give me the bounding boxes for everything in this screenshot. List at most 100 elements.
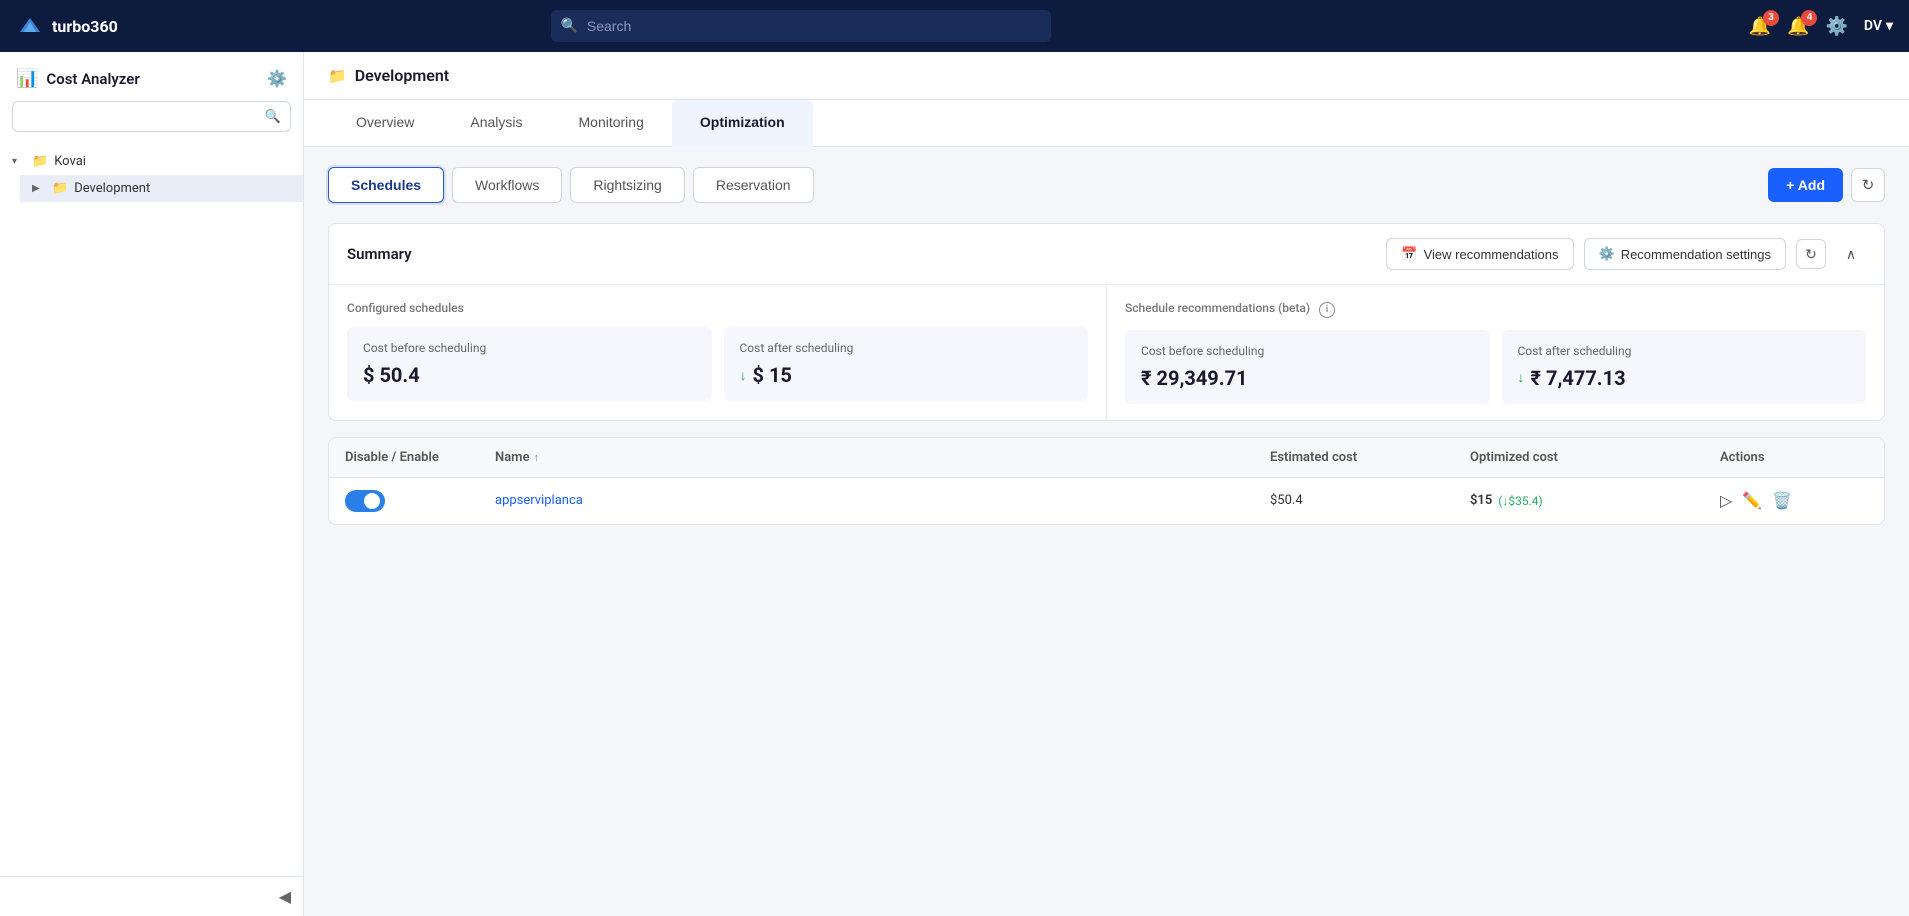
sidebar: 📊 Cost Analyzer ⚙️ 🔍 ▾ 📁 Kovai ▶ 📁 Dev bbox=[0, 52, 304, 916]
configured-schedules-title: Configured schedules bbox=[347, 301, 1088, 315]
summary-title: Summary bbox=[347, 245, 412, 263]
alert-badge: 4 bbox=[1801, 10, 1817, 26]
subtab-schedules[interactable]: Schedules bbox=[328, 167, 444, 203]
calendar-icon: 📅 bbox=[1401, 246, 1417, 262]
schedules-table: Disable / Enable Name ↑ Estimated cost O… bbox=[328, 437, 1885, 525]
settings-icon: ⚙️ bbox=[1599, 246, 1615, 262]
summary-collapse-button[interactable]: ∧ bbox=[1836, 239, 1866, 269]
tab-optimization[interactable]: Optimization bbox=[672, 100, 813, 147]
folder-icon: 📁 bbox=[32, 154, 48, 169]
page-header: 📁 Development bbox=[304, 52, 1909, 100]
tab-overview[interactable]: Overview bbox=[328, 100, 442, 147]
configured-cost-cards: Cost before scheduling $ 50.4 Cost after… bbox=[347, 327, 1088, 401]
configured-cost-after-value: ↓ $ 15 bbox=[740, 363, 1073, 387]
summary-header: Summary 📅 View recommendations ⚙️ Recomm… bbox=[329, 224, 1884, 285]
tab-analysis[interactable]: Analysis bbox=[442, 100, 550, 147]
chevron-down-icon: ▾ bbox=[12, 156, 26, 167]
schedule-recommendations-title: Schedule recommendations (beta) i bbox=[1125, 301, 1866, 318]
configured-cost-before-value: $ 50.4 bbox=[363, 363, 696, 387]
recommended-cost-cards: Cost before scheduling ₹ 29,349.71 Cost … bbox=[1125, 330, 1866, 404]
cost-before-label: Cost before scheduling bbox=[363, 341, 696, 355]
th-estimated-cost: Estimated cost bbox=[1254, 438, 1454, 477]
subtab-reservation[interactable]: Reservation bbox=[693, 167, 814, 203]
refresh-button[interactable]: ↻ bbox=[1851, 168, 1885, 202]
rec-cost-before-label: Cost before scheduling bbox=[1141, 344, 1474, 358]
chevron-right-icon: ▶ bbox=[32, 183, 46, 194]
down-arrow-icon: ↓ bbox=[1518, 369, 1525, 386]
inner-content: Schedules Workflows Rightsizing Reservat… bbox=[304, 147, 1909, 545]
folder-icon: 📁 bbox=[52, 181, 68, 196]
topnav-actions: 🔔 3 🔔 4 ⚙️ DV ▾ bbox=[1749, 16, 1893, 37]
search-input[interactable] bbox=[551, 10, 1051, 42]
sidebar-collapse-button[interactable]: ◀ bbox=[0, 876, 303, 916]
configured-cost-after-card: Cost after scheduling ↓ $ 15 bbox=[724, 327, 1089, 401]
configured-cost-before-card: Cost before scheduling $ 50.4 bbox=[347, 327, 712, 401]
subtabs-row: Schedules Workflows Rightsizing Reservat… bbox=[328, 167, 1885, 203]
th-optimized-cost: Optimized cost bbox=[1454, 438, 1704, 477]
user-initials: DV bbox=[1864, 18, 1882, 34]
sidebar-header: 📊 Cost Analyzer ⚙️ bbox=[0, 52, 303, 101]
user-chevron: ▾ bbox=[1886, 18, 1893, 34]
rec-cost-after-label: Cost after scheduling bbox=[1518, 344, 1851, 358]
summary-card: Summary 📅 View recommendations ⚙️ Recomm… bbox=[328, 223, 1885, 421]
search-bar: 🔍 bbox=[551, 10, 1051, 42]
add-button[interactable]: + Add bbox=[1768, 168, 1843, 202]
folder-icon: 📁 bbox=[328, 67, 347, 85]
td-estimated-cost: $50.4 bbox=[1254, 481, 1454, 520]
notifications-button[interactable]: 🔔 3 bbox=[1749, 16, 1771, 37]
sidebar-item-development[interactable]: ▶ 📁 Development bbox=[20, 175, 303, 202]
delete-action-button[interactable]: 🗑️ bbox=[1772, 491, 1792, 510]
main-content: 📁 Development Overview Analysis Monitori… bbox=[304, 52, 1909, 916]
sidebar-search-icon: 🔍 bbox=[265, 109, 281, 124]
sidebar-settings-button[interactable]: ⚙️ bbox=[267, 69, 287, 89]
optimized-cost-display: $15 (↓$35.4) bbox=[1470, 493, 1688, 508]
edit-action-button[interactable]: ✏️ bbox=[1742, 491, 1762, 510]
cost-after-label: Cost after scheduling bbox=[740, 341, 1073, 355]
info-icon[interactable]: i bbox=[1319, 302, 1335, 318]
schedule-recommendations-section: Schedule recommendations (beta) i Cost b… bbox=[1106, 285, 1884, 420]
alerts-button[interactable]: 🔔 4 bbox=[1787, 16, 1809, 37]
recommended-cost-before-value: ₹ 29,349.71 bbox=[1141, 366, 1474, 390]
page-title: Development bbox=[355, 66, 449, 85]
cost-analyzer-icon: 📊 bbox=[16, 68, 38, 89]
down-arrow-icon: ↓ bbox=[740, 367, 747, 384]
search-icon: 🔍 bbox=[561, 18, 578, 34]
td-optimized-cost: $15 (↓$35.4) bbox=[1454, 481, 1704, 520]
summary-actions: 📅 View recommendations ⚙️ Recommendation… bbox=[1386, 238, 1866, 270]
recommended-cost-after-value: ↓ ₹ 7,477.13 bbox=[1518, 366, 1851, 390]
toggle-slider bbox=[345, 490, 385, 512]
sidebar-item-label: Development bbox=[74, 181, 291, 196]
th-actions: Actions bbox=[1704, 438, 1884, 477]
top-navigation: turbo360 🔍 🔔 3 🔔 4 ⚙️ DV ▾ bbox=[0, 0, 1909, 52]
sidebar-tree: ▾ 📁 Kovai ▶ 📁 Development bbox=[0, 144, 303, 876]
sidebar-title: 📊 Cost Analyzer bbox=[16, 68, 140, 89]
settings-button[interactable]: ⚙️ bbox=[1825, 16, 1847, 37]
optimized-cost-main: $15 bbox=[1470, 493, 1492, 508]
th-name: Name ↑ bbox=[479, 438, 1254, 477]
logo-icon bbox=[16, 12, 44, 40]
view-recommendations-button[interactable]: 📅 View recommendations bbox=[1386, 238, 1573, 270]
main-tabs: Overview Analysis Monitoring Optimizatio… bbox=[304, 100, 1909, 147]
run-action-button[interactable]: ▷ bbox=[1720, 491, 1732, 510]
enable-toggle[interactable] bbox=[345, 490, 385, 512]
subtab-workflows[interactable]: Workflows bbox=[452, 167, 562, 203]
td-toggle bbox=[329, 478, 479, 524]
summary-body: Configured schedules Cost before schedul… bbox=[329, 285, 1884, 420]
table-row: appserviplanca $50.4 $15 (↓$35.4) ▷ ✏️ 🗑… bbox=[329, 478, 1884, 524]
subtab-rightsizing[interactable]: Rightsizing bbox=[570, 167, 684, 203]
recommended-cost-after-card: Cost after scheduling ↓ ₹ 7,477.13 bbox=[1502, 330, 1867, 404]
sidebar-search-input[interactable] bbox=[12, 101, 291, 132]
user-menu[interactable]: DV ▾ bbox=[1864, 18, 1893, 34]
summary-refresh-button[interactable]: ↻ bbox=[1796, 239, 1826, 269]
tab-monitoring[interactable]: Monitoring bbox=[551, 100, 672, 147]
th-disable-enable: Disable / Enable bbox=[329, 438, 479, 477]
td-name[interactable]: appserviplanca bbox=[479, 481, 1254, 520]
sidebar-search-area: 🔍 bbox=[0, 101, 303, 144]
recommendation-settings-button[interactable]: ⚙️ Recommendation settings bbox=[1584, 238, 1787, 270]
td-actions: ▷ ✏️ 🗑️ bbox=[1704, 479, 1884, 522]
tree-sub: ▶ 📁 Development bbox=[0, 175, 303, 202]
sort-icon[interactable]: ↑ bbox=[533, 451, 539, 464]
sidebar-item-kovai[interactable]: ▾ 📁 Kovai bbox=[0, 148, 303, 175]
app-name: turbo360 bbox=[52, 17, 118, 36]
optimized-cost-diff: (↓$35.4) bbox=[1498, 494, 1542, 508]
